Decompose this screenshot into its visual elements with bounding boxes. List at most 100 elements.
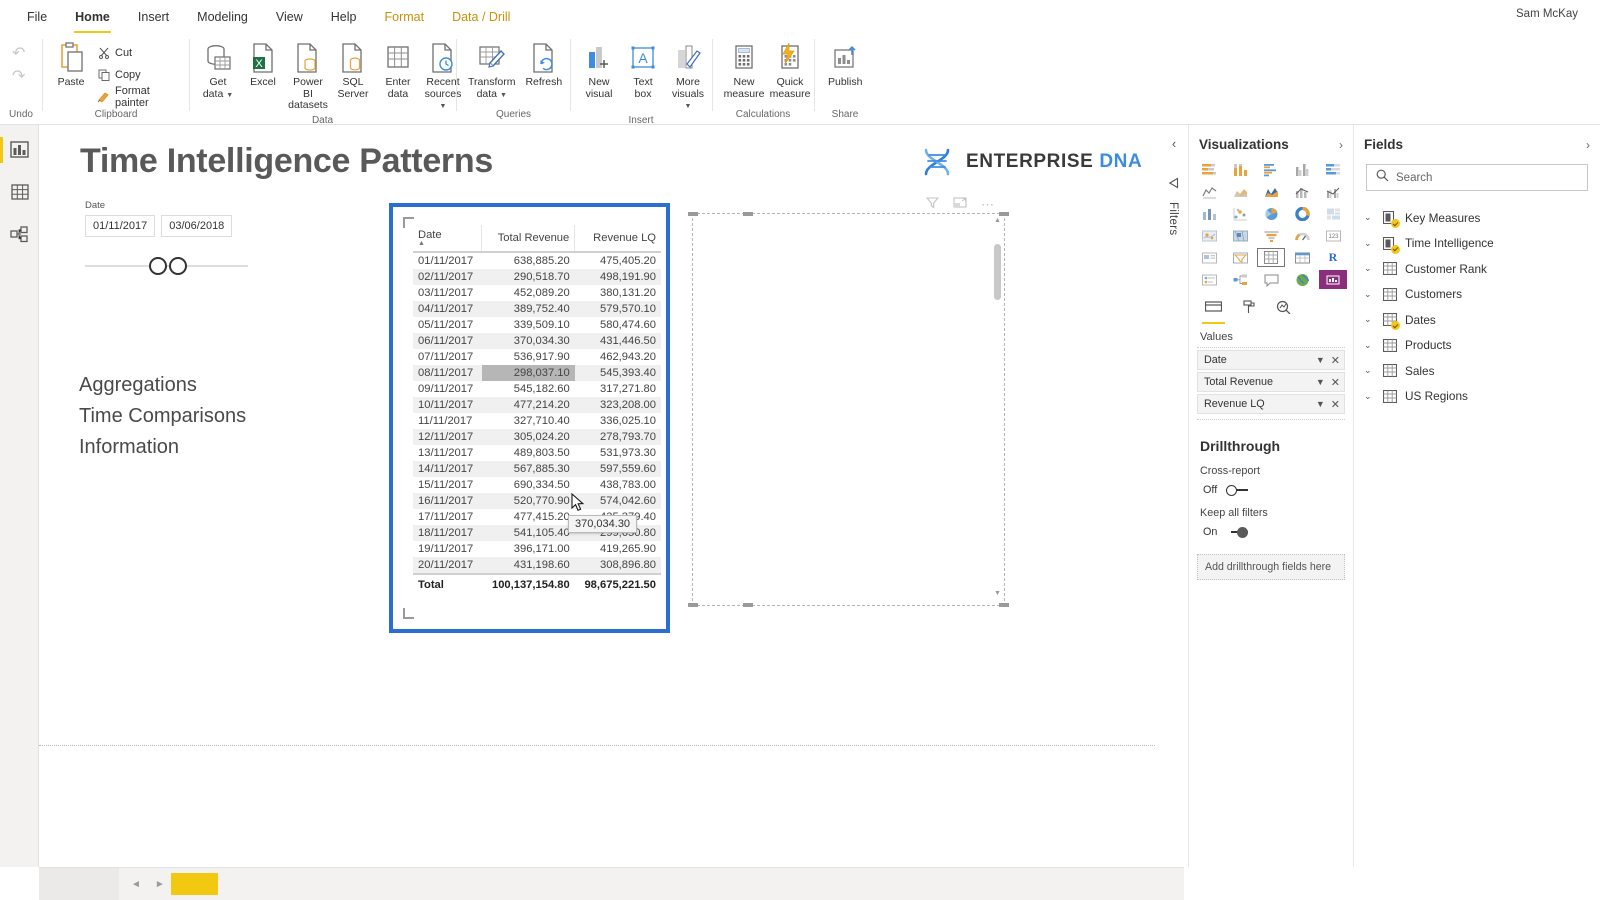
- viz-gauge-chart[interactable]: [1288, 226, 1316, 245]
- viz-stacked-area-chart[interactable]: [1257, 182, 1285, 201]
- cross-report-toggle-row[interactable]: Off: [1189, 477, 1353, 496]
- table-cell[interactable]: 323,208.00: [574, 397, 661, 413]
- table-cell[interactable]: 396,171.00: [482, 541, 575, 557]
- viz-table[interactable]: [1257, 248, 1285, 267]
- field-list-item[interactable]: ⌄ Customers: [1354, 282, 1600, 308]
- remove-field-icon[interactable]: ✕: [1331, 398, 1340, 411]
- menu-tab-modeling[interactable]: Modeling: [184, 3, 261, 30]
- field-well-revenue-lq[interactable]: Revenue LQ ▼ ✕: [1197, 394, 1345, 414]
- viz-line-chart[interactable]: [1195, 182, 1223, 201]
- date-slicer-end-input[interactable]: 03/06/2018: [161, 215, 233, 237]
- field-well-total-revenue[interactable]: Total Revenue ▼ ✕: [1197, 372, 1345, 392]
- viz-filled-map[interactable]: [1226, 226, 1254, 245]
- visual-corner-handle-top-left[interactable]: [403, 217, 414, 228]
- expand-visualizations-pane-icon[interactable]: ›: [1339, 138, 1343, 152]
- viz-r-script[interactable]: R: [1319, 248, 1347, 267]
- get-data-button[interactable]: Get data ▼: [196, 38, 240, 103]
- page-next-icon[interactable]: ►: [155, 879, 165, 890]
- table-cell[interactable]: 317,271.80: [575, 381, 661, 397]
- table-cell[interactable]: 477,415.20: [482, 509, 575, 525]
- table-row[interactable]: 03/11/2017 452,089.20 380,131.20: [413, 285, 661, 301]
- chevron-down-icon[interactable]: ⌄: [1364, 365, 1374, 376]
- placeholder-visual-container[interactable]: ⋯ ▲ ▼: [688, 197, 1009, 607]
- data-table[interactable]: Date ▲ Total Revenue Revenue LQ 01/11/20…: [413, 225, 661, 595]
- chevron-down-icon[interactable]: ⌄: [1364, 238, 1374, 249]
- page-nav-arrows[interactable]: ◄ ►: [131, 879, 165, 890]
- more-options-icon[interactable]: ⋯: [981, 198, 994, 211]
- visual-corner-handle-bottom-left[interactable]: [403, 608, 414, 619]
- viz-clustered-bar-chart[interactable]: [1257, 160, 1285, 179]
- table-cell[interactable]: 06/11/2017: [413, 333, 482, 349]
- viz-stacked-bar-chart[interactable]: [1195, 160, 1223, 179]
- enter-data-button[interactable]: Enter data: [376, 38, 420, 102]
- table-cell[interactable]: 438,783.00: [575, 477, 661, 493]
- data-view-button[interactable]: [0, 173, 39, 211]
- table-cell[interactable]: 08/11/2017: [413, 365, 482, 381]
- page-prev-icon[interactable]: ◄: [131, 879, 141, 890]
- table-cell[interactable]: 20/11/2017: [413, 557, 482, 574]
- column-header-revenue-lq[interactable]: Revenue LQ: [574, 225, 661, 253]
- table-cell[interactable]: 370,034.30: [481, 333, 575, 349]
- table-cell[interactable]: 541,105.40: [481, 525, 575, 541]
- viz-custom-visual[interactable]: [1319, 270, 1347, 289]
- viz-100-stacked-bar-chart[interactable]: [1319, 160, 1347, 179]
- page-tab-active[interactable]: [170, 873, 218, 895]
- chevron-down-icon[interactable]: ▼: [1316, 355, 1325, 365]
- field-list-item[interactable]: ⌄ US Regions: [1354, 384, 1600, 410]
- tab-format[interactable]: [1242, 300, 1256, 324]
- paste-button[interactable]: Paste: [49, 38, 93, 91]
- viz-scatter-chart[interactable]: [1226, 204, 1254, 223]
- filter-icon[interactable]: [925, 196, 940, 214]
- expand-fields-pane-icon[interactable]: ›: [1586, 138, 1590, 152]
- table-cell[interactable]: 580,474.60: [575, 317, 661, 333]
- menu-tab-format[interactable]: Format: [371, 3, 437, 30]
- table-cell[interactable]: 298,037.10: [481, 365, 575, 381]
- viz-arcgis-map[interactable]: [1288, 270, 1316, 289]
- table-row[interactable]: 12/11/2017 305,024.20 278,793.70: [413, 429, 661, 445]
- menu-tab-home[interactable]: Home: [62, 3, 123, 34]
- chevron-down-icon[interactable]: ▼: [1316, 399, 1325, 409]
- table-cell[interactable]: 431,198.60: [481, 557, 575, 574]
- field-list-item[interactable]: ⌄ Products: [1354, 333, 1600, 359]
- viz-pie-chart[interactable]: [1257, 204, 1285, 223]
- viz-treemap[interactable]: [1319, 204, 1347, 223]
- viz-line-and-stacked-column-chart[interactable]: [1288, 182, 1316, 201]
- remove-field-icon[interactable]: ✕: [1331, 376, 1340, 389]
- sql-server-button[interactable]: SQL Server: [331, 38, 375, 102]
- slider-handle-end[interactable]: [169, 257, 187, 275]
- remove-field-icon[interactable]: ✕: [1331, 354, 1340, 367]
- date-slicer-start-input[interactable]: 01/11/2017: [85, 215, 156, 237]
- publish-button[interactable]: Publish: [823, 38, 867, 91]
- table-cell[interactable]: 520,770.90: [481, 493, 575, 509]
- table-cell[interactable]: 531,973.30: [575, 445, 661, 461]
- table-cell[interactable]: 536,917.90: [482, 349, 575, 365]
- focus-mode-icon[interactable]: [953, 196, 967, 214]
- table-cell[interactable]: 13/11/2017: [413, 445, 482, 461]
- report-view-button[interactable]: [0, 131, 39, 169]
- table-cell[interactable]: 597,559.60: [574, 461, 661, 477]
- slider-handle-start[interactable]: [149, 257, 167, 275]
- table-cell[interactable]: 336,025.10: [575, 413, 661, 429]
- viz-qa[interactable]: [1257, 270, 1285, 289]
- table-cell[interactable]: 690,334.50: [482, 477, 575, 493]
- table-cell[interactable]: 278,793.70: [574, 429, 661, 445]
- visual-vertical-scrollbar[interactable]: ▲ ▼: [994, 217, 1001, 597]
- table-cell[interactable]: 574,042.60: [574, 493, 661, 509]
- table-cell[interactable]: 452,089.20: [482, 285, 575, 301]
- cut-button[interactable]: Cut: [93, 43, 189, 62]
- refresh-button[interactable]: Refresh: [520, 38, 567, 91]
- table-cell[interactable]: 545,182.60: [482, 381, 575, 397]
- report-canvas[interactable]: Time Intelligence Patterns ENTERPRISE DN…: [39, 125, 1184, 867]
- viz-clustered-column-chart[interactable]: [1288, 160, 1316, 179]
- table-row[interactable]: 01/11/2017 638,885.20 475,405.20: [413, 252, 661, 269]
- table-cell[interactable]: 17/11/2017: [413, 509, 482, 525]
- table-cell[interactable]: 431,446.50: [574, 333, 661, 349]
- table-row[interactable]: 07/11/2017 536,917.90 462,943.20: [413, 349, 661, 365]
- menu-tab-insert[interactable]: Insert: [125, 3, 182, 30]
- copy-button[interactable]: Copy: [93, 65, 189, 84]
- scroll-down-arrow[interactable]: ▼: [994, 590, 1001, 597]
- chevron-down-icon[interactable]: ⌄: [1364, 263, 1374, 274]
- table-row[interactable]: 04/11/2017 389,752.40 579,570.10: [413, 301, 661, 317]
- table-row[interactable]: 10/11/2017 477,214.20 323,208.00: [413, 397, 661, 413]
- viz-key-influencers[interactable]: [1195, 270, 1223, 289]
